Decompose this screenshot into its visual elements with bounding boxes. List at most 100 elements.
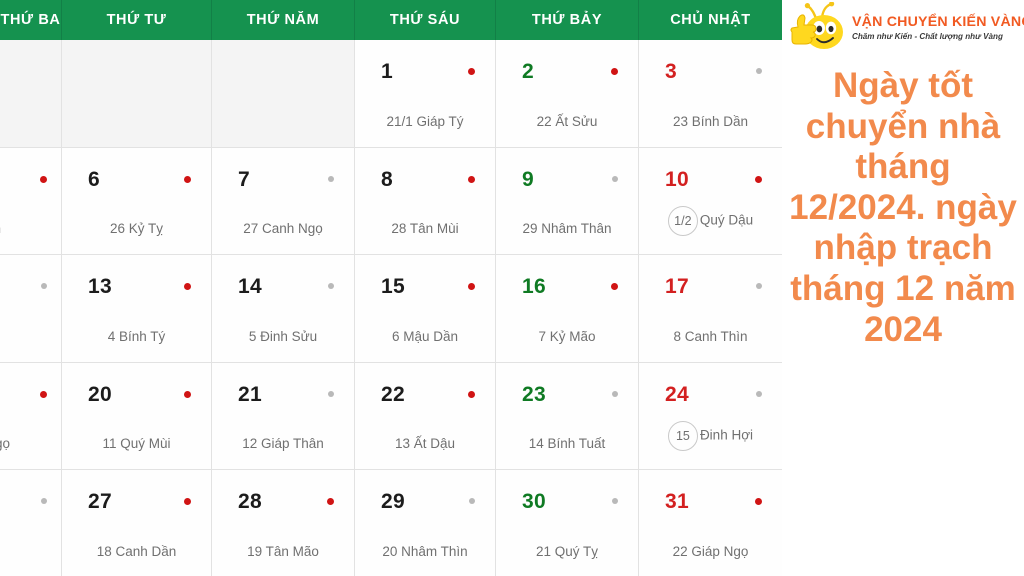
lunar-date-label: 11 Quý Mùi — [102, 436, 171, 451]
calendar-weekday-header-row: THỨ BA THỨ TƯ THỨ NĂM THỨ SÁU THỨ BẢY CHỦ NHẬ… — [0, 0, 782, 40]
day-cell[interactable]: 15 6 Mậu Dần — [355, 255, 496, 363]
calendar-week-row: ợi 13 4 Bính Tý 14 5 Đinh Sửu 15 6 Mậu Dần 16 7 … — [0, 255, 782, 363]
day-status-dot-red — [468, 68, 475, 75]
lunar-date-label: 18 Canh Dần — [96, 544, 177, 559]
day-cell[interactable]: ợi — [0, 255, 62, 363]
lunar-date-label: 26 Kỷ Tỵ — [109, 221, 164, 236]
day-cell[interactable]: Sửu — [0, 470, 62, 576]
day-cell[interactable]: 8 28 Tân Mùi — [355, 147, 496, 255]
lunar-date-label: Sửu — [0, 544, 61, 559]
lunar-date-label: 14 Bính Tuất — [528, 436, 606, 451]
day-number: 22 — [381, 382, 405, 406]
lunar-date-label: 13 Ất Dậu — [394, 436, 456, 451]
day-number: 14 — [238, 275, 262, 298]
day-cell[interactable]: 10 1/2 Quý Dậu — [639, 147, 782, 255]
lunar-month-marker: 15 — [667, 421, 698, 451]
lunar-date-label: 4 Bính Tý — [107, 328, 166, 344]
lunar-date-label: 12 Giáp Thân — [242, 436, 324, 451]
lunar-date-label: 5 Đinh Sửu — [248, 328, 318, 344]
day-status-dot-red — [611, 68, 618, 75]
day-number: 17 — [665, 275, 689, 298]
lunar-date-label: 19 Tân Mão — [247, 544, 319, 559]
day-number: 20 — [88, 382, 112, 406]
day-number: 3 — [665, 60, 677, 83]
day-cell[interactable]: 3 23 Bính Dần — [639, 40, 782, 148]
day-cell[interactable]: 16 7 Kỷ Mão — [496, 255, 639, 363]
day-number: 16 — [522, 275, 546, 298]
lunar-date-label: ợi — [0, 329, 61, 344]
lunar-date-label: 29 Nhâm Thân — [522, 221, 612, 236]
screenshot-root: THỨ BA THỨ TƯ THỨ NĂM THỨ SÁU THỨ BẢY CHỦ NHẬ… — [0, 0, 1024, 576]
weekday-header-2: THỨ TƯ — [62, 0, 212, 40]
right-panel: VẬN CHUYỂN KIẾN VÀNG Chăm như Kiến - Chấ… — [782, 0, 1024, 576]
day-cell[interactable]: 24 15 Đinh Hợi — [639, 362, 782, 470]
day-cell[interactable]: Thìn — [0, 147, 62, 255]
ant-thumbs-up-icon — [786, 1, 850, 52]
weekday-header-1: THỨ BA — [0, 0, 62, 40]
month-calendar: THỨ BA THỨ TƯ THỨ NĂM THỨ SÁU THỨ BẢY CHỦ NHẬ… — [0, 0, 782, 576]
day-status-dot-gray — [328, 283, 334, 289]
day-cell[interactable]: 14 5 Đinh Sửu — [212, 255, 355, 363]
day-status-dot-gray — [612, 175, 618, 182]
lunar-date-label: 8 Canh Thìn — [673, 328, 748, 344]
day-cell — [0, 40, 62, 148]
weekday-header-6: CHỦ NHẬT — [670, 12, 751, 28]
day-status-dot-red — [184, 390, 191, 398]
day-cell[interactable]: 20 11 Quý Mùi — [62, 362, 212, 470]
day-status-dot-gray — [328, 175, 334, 182]
day-status-dot-gray — [41, 283, 47, 289]
day-number: 8 — [381, 167, 393, 191]
lunar-date-label: 22 Giáp Ngọ — [672, 544, 749, 559]
day-cell[interactable]: 23 14 Bính Tuất — [496, 362, 639, 470]
lunar-date-label: 21/1 Giáp Tý — [386, 113, 464, 129]
weekday-header-3: THỨ NĂM — [212, 0, 355, 40]
day-cell[interactable]: 9 29 Nhâm Thân — [496, 147, 639, 255]
day-cell[interactable]: 27 18 Canh Dần — [62, 470, 212, 576]
day-number: 6 — [88, 167, 100, 191]
day-status-dot-red — [184, 498, 191, 505]
day-cell[interactable]: 6 26 Kỷ Tỵ — [62, 147, 212, 255]
day-number: 24 — [665, 382, 689, 406]
day-number: 27 — [88, 490, 112, 513]
day-number: 7 — [238, 167, 250, 191]
day-status-dot-red — [755, 175, 762, 183]
day-status-dot-red — [184, 175, 191, 183]
day-cell[interactable]: 30 21 Quý Tỵ — [496, 470, 639, 576]
lunar-month-marker: 1/2 — [667, 206, 698, 236]
day-cell[interactable]: 31 22 Giáp Ngọ — [639, 470, 782, 576]
lunar-date-label: 27 Canh Ngọ — [243, 221, 323, 236]
day-cell[interactable]: 28 19 Tân Mão — [212, 470, 355, 576]
day-cell[interactable]: 7 27 Canh Ngọ — [212, 147, 355, 255]
day-status-dot-gray — [41, 498, 47, 504]
calendar-week-row: Thìn 6 26 Kỷ Tỵ 7 27 Canh Ngọ 8 28 Tân Mùi 9 29 … — [0, 147, 782, 255]
day-cell[interactable]: 1 21/1 Giáp Tý — [355, 40, 496, 148]
lunar-date-label: 23 Bính Dần — [672, 113, 749, 129]
day-status-dot-gray — [612, 390, 618, 397]
day-status-dot-red — [611, 283, 618, 290]
day-status-dot-red — [468, 283, 475, 290]
brand-tagline: Chăm như Kiến - Chất lượng như Vàng — [852, 31, 1003, 41]
brand-logo-text: VẬN CHUYỂN KIẾN VÀNG Chăm như Kiến - Chấ… — [852, 14, 1024, 41]
day-cell[interactable]: n Ngọ — [0, 362, 62, 470]
day-number: 28 — [238, 490, 262, 513]
day-cell[interactable]: 17 8 Canh Thìn — [639, 255, 782, 363]
day-cell — [212, 40, 355, 148]
weekday-header-5: THỨ BẢY — [496, 0, 639, 40]
day-cell[interactable]: 21 12 Giáp Thân — [212, 362, 355, 470]
day-cell[interactable]: 22 13 Ất Dậu — [355, 362, 496, 470]
lunar-date-label: n Ngọ — [0, 436, 11, 451]
headline-text: Ngày tốt chuyển nhà tháng 12/2024. ngày … — [789, 66, 1017, 349]
day-number: 21 — [238, 382, 262, 406]
lunar-date-label: 22 Ất Sửu — [536, 113, 598, 129]
day-number: 23 — [522, 382, 546, 406]
lunar-date-text: Đinh Hợi — [699, 427, 754, 443]
day-cell[interactable]: 13 4 Bính Tý — [62, 255, 212, 363]
brand-logo[interactable]: VẬN CHUYỂN KIẾN VÀNG Chăm như Kiến - Chấ… — [782, 0, 1024, 54]
day-cell[interactable]: 29 20 Nhâm Thìn — [355, 470, 496, 576]
day-cell — [62, 40, 212, 148]
day-cell[interactable]: 2 22 Ất Sửu — [496, 40, 639, 148]
day-status-dot-red — [40, 390, 47, 398]
lunar-date-label: 7 Kỷ Mão — [538, 328, 596, 344]
lunar-date-label: 15 Đinh Hợi — [639, 421, 782, 451]
day-number: 30 — [522, 490, 546, 513]
